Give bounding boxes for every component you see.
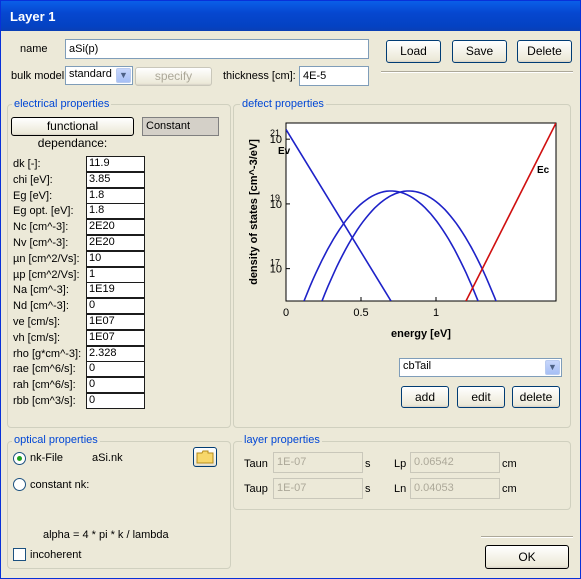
electrical-row-input[interactable]: 1 bbox=[86, 266, 145, 283]
electrical-row-input[interactable]: 1E07 bbox=[86, 329, 145, 346]
x-tick-label: 0.5 bbox=[353, 307, 368, 319]
optical-properties-title: optical properties bbox=[12, 434, 100, 446]
nk-file-label: nk-File bbox=[30, 452, 64, 464]
electrical-row-label: vh [cm/s]: bbox=[13, 331, 61, 344]
incoherent-checkbox[interactable] bbox=[13, 548, 26, 561]
chevron-down-icon: ▼ bbox=[545, 360, 560, 375]
lp-input[interactable]: 0.06542 bbox=[410, 452, 500, 473]
taup-input[interactable]: 1E-07 bbox=[273, 478, 363, 499]
electrical-row-input[interactable]: 10 bbox=[86, 250, 145, 267]
density-of-states-chart: 0 0.5 1101710191021energy [eV]density of s… bbox=[248, 122, 557, 340]
electrical-row-input[interactable]: 2.328 bbox=[86, 345, 145, 362]
electrical-row-input[interactable]: 0 bbox=[86, 393, 145, 409]
electrical-row-input[interactable]: 0 bbox=[86, 298, 145, 315]
electrical-row-input[interactable]: 11.9 bbox=[86, 156, 145, 172]
folder-icon bbox=[196, 450, 214, 464]
electrical-row-label: Nd [cm^-3]: bbox=[13, 300, 69, 313]
taun-input[interactable]: 1E-07 bbox=[273, 452, 363, 473]
name-label: name bbox=[20, 43, 48, 55]
thickness-label: thickness [cm]: bbox=[223, 70, 296, 82]
title-bar[interactable]: Layer 1 bbox=[1, 1, 580, 31]
add-defect-button[interactable]: add bbox=[401, 386, 449, 408]
electrical-row-input[interactable]: 1E07 bbox=[86, 314, 145, 330]
x-tick-label: 1 bbox=[433, 307, 439, 319]
electrical-row-input[interactable]: 0 bbox=[86, 361, 145, 378]
electrical-row-label: Nv [cm^-3]: bbox=[13, 237, 69, 249]
ev-annotation: Ev bbox=[278, 146, 291, 157]
electrical-row-input[interactable]: 1.8 bbox=[86, 203, 145, 220]
electrical-row-input[interactable]: 1.8 bbox=[86, 187, 145, 204]
edit-defect-button[interactable]: edit bbox=[457, 386, 505, 408]
name-input[interactable]: aSi(p) bbox=[65, 39, 369, 59]
y-axis-label: density of states [cm^-3/eV] bbox=[248, 139, 260, 285]
bulk-model-label: bulk model bbox=[11, 70, 65, 82]
y-tick-exponent: 17 bbox=[270, 258, 280, 268]
ln-label: Ln bbox=[394, 483, 407, 495]
y-tick-exponent: 21 bbox=[270, 128, 280, 138]
constant-nk-radio[interactable] bbox=[13, 478, 26, 491]
layer-dialog: Layer 1 name aSi(p) bulk model standard … bbox=[0, 0, 581, 579]
nk-file-radio[interactable] bbox=[13, 452, 26, 465]
y-tick-exponent: 19 bbox=[270, 193, 280, 203]
taup-label: Taup bbox=[244, 483, 268, 495]
lp-unit: cm bbox=[502, 458, 517, 470]
functional-dependance-value: Constant bbox=[142, 117, 219, 136]
defect-properties-title: defect properties bbox=[240, 98, 326, 110]
window-title: Layer 1 bbox=[10, 9, 56, 24]
divider bbox=[481, 536, 573, 538]
layer-properties-title: layer properties bbox=[242, 434, 322, 446]
electrical-row-label: rbb [cm^3/s]: bbox=[13, 395, 76, 407]
electrical-row-label: rho [g*cm^-3]: bbox=[13, 347, 82, 360]
ln-unit: cm bbox=[502, 483, 517, 495]
bulk-model-select[interactable]: standard ▼ bbox=[65, 66, 133, 85]
electrical-row-input[interactable]: 1E19 bbox=[86, 282, 145, 299]
taun-unit: s bbox=[365, 458, 371, 470]
electrical-row-input[interactable]: 0 bbox=[86, 377, 145, 394]
ec-annotation: Ec bbox=[537, 165, 550, 176]
electrical-row-label: Eg opt. [eV]: bbox=[13, 205, 74, 218]
alpha-formula: alpha = 4 * pi * k / lambda bbox=[43, 529, 169, 541]
electrical-row-input[interactable]: 2E20 bbox=[86, 219, 145, 236]
electrical-row-label: ve [cm/s]: bbox=[13, 316, 61, 328]
load-button[interactable]: Load bbox=[386, 40, 441, 63]
plot-area bbox=[285, 122, 557, 302]
taup-unit: s bbox=[365, 483, 371, 495]
lp-label: Lp bbox=[394, 458, 407, 470]
constant-nk-label: constant nk: bbox=[30, 479, 90, 491]
divider bbox=[381, 71, 573, 73]
electrical-row-label: Na [cm^-3]: bbox=[13, 284, 69, 297]
nk-file-value: aSi.nk bbox=[92, 452, 123, 464]
taun-label: Taun bbox=[244, 458, 268, 470]
electrical-row-input[interactable]: 3.85 bbox=[86, 171, 145, 188]
defect-select-value: cbTail bbox=[403, 360, 432, 372]
thickness-input[interactable]: 4E-5 bbox=[299, 66, 369, 86]
functional-dependance-button[interactable]: functional dependance: bbox=[11, 117, 134, 150]
bulk-model-value: standard bbox=[69, 68, 112, 80]
electrical-row-label: Eg [eV]: bbox=[13, 189, 53, 202]
chevron-down-icon: ▼ bbox=[116, 68, 131, 83]
open-folder-button[interactable] bbox=[193, 447, 217, 467]
electrical-row-label: rah [cm^6/s]: bbox=[13, 379, 76, 392]
x-tick-label: 0 bbox=[283, 307, 289, 319]
save-button[interactable]: Save bbox=[452, 40, 507, 63]
specify-button[interactable]: specify bbox=[135, 67, 212, 86]
electrical-row-label: Nc [cm^-3]: bbox=[13, 221, 69, 234]
ok-button[interactable]: OK bbox=[485, 545, 569, 569]
electrical-row-label: chi [eV]: bbox=[13, 173, 53, 186]
incoherent-label: incoherent bbox=[30, 549, 82, 561]
electrical-properties-title: electrical properties bbox=[12, 98, 112, 110]
delete-button[interactable]: Delete bbox=[517, 40, 572, 63]
delete-defect-button[interactable]: delete bbox=[512, 386, 560, 408]
electrical-row-input[interactable]: 2E20 bbox=[86, 235, 145, 251]
defect-select[interactable]: cbTail ▼ bbox=[399, 358, 562, 377]
electrical-row-label: rae [cm^6/s]: bbox=[13, 363, 76, 376]
electrical-row-label: µp [cm^2/Vs]: bbox=[13, 268, 80, 281]
ln-input[interactable]: 0.04053 bbox=[410, 478, 500, 499]
x-axis-label: energy [eV] bbox=[391, 328, 451, 340]
electrical-row-label: µn [cm^2/Vs]: bbox=[13, 252, 80, 265]
electrical-row-label: dk [-]: bbox=[13, 158, 41, 170]
